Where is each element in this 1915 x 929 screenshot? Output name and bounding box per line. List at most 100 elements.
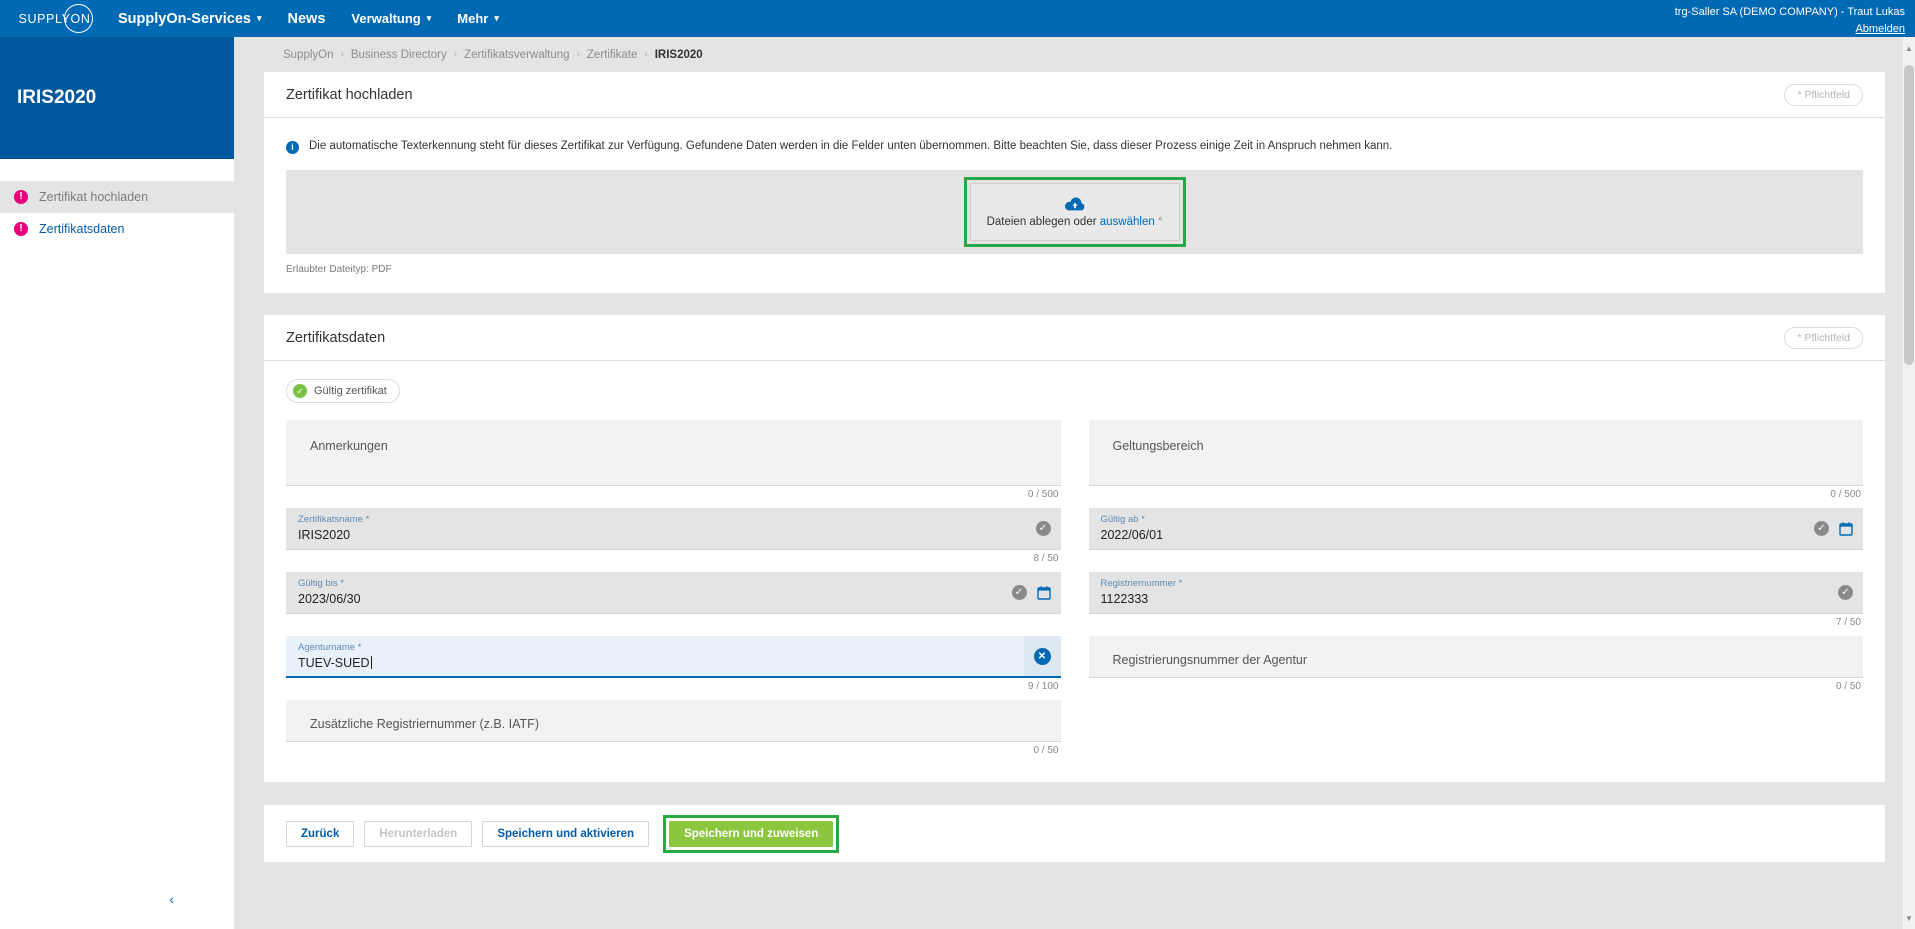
- breadcrumb-separator-icon: ›: [644, 49, 648, 60]
- anmerkungen-input[interactable]: Anmerkungen: [286, 420, 1061, 486]
- supplyon-logo[interactable]: SUPPLYON: [0, 0, 105, 37]
- registriernummer-content: Registriernummer * 1122333: [1089, 572, 1839, 613]
- sidebar-header: IRIS2020: [0, 37, 234, 159]
- agentur-regnr-placeholder: Registrierungsnummer der Agentur: [1112, 653, 1308, 667]
- nav-supplyon-services[interactable]: SupplyOn-Services ▾: [105, 0, 275, 37]
- breadcrumb-item-zertifikatsverwaltung[interactable]: Zertifikatsverwaltung: [464, 49, 569, 61]
- ocr-info-message: i Die automatische Texterkennung steht f…: [286, 136, 1863, 170]
- field-col-zertifikatsname: Zertifikatsname * IRIS2020 ✓ 8 / 50: [286, 508, 1075, 572]
- confirm-check-icon[interactable]: ✓: [1035, 521, 1051, 536]
- field-zusatz-regnr: Zusätzliche Registriernummer (z.B. IATF)…: [286, 700, 1061, 756]
- breadcrumb-item-zertifikate[interactable]: Zertifikate: [587, 49, 638, 61]
- zusatz-regnr-counter: 0 / 50: [1033, 745, 1059, 756]
- nav-mehr[interactable]: Mehr ▾: [444, 0, 512, 37]
- agentur-regnr-input[interactable]: Registrierungsnummer der Agentur: [1088, 636, 1863, 678]
- gueltig-bis-content: Gültig bis * 2023/06/30: [286, 572, 1012, 613]
- dropzone-highlight-annotation: Dateien ablegen oder auswählen *: [963, 177, 1186, 247]
- sidebar-item-label: Zertifikat hochladen: [39, 190, 149, 204]
- breadcrumb-separator-icon: ›: [453, 49, 458, 60]
- sidebar-collapse-button[interactable]: ‹: [0, 869, 234, 929]
- field-registriernummer: Registriernummer * 1122333 ✓ 7 / 50: [1088, 572, 1863, 628]
- scroll-up-icon[interactable]: ▲: [1903, 41, 1915, 55]
- field-col-gueltig-bis: Gültig bis * 2023/06/30 ✓: [286, 572, 1075, 636]
- dropzone-browse-link[interactable]: auswählen: [1100, 216, 1155, 228]
- info-icon: i: [286, 141, 299, 154]
- gueltig-ab-input[interactable]: Gültig ab * 2022/06/01 ✓: [1088, 508, 1863, 550]
- alert-icon: !: [14, 222, 28, 236]
- field-col-zusatz-regnr: Zusätzliche Registriernummer (z.B. IATF)…: [286, 700, 1075, 764]
- registriernummer-value: 1122333: [1100, 592, 1149, 607]
- gueltig-bis-icons: ✓: [1011, 572, 1061, 613]
- save-and-assign-button[interactable]: Speichern und zuweisen: [669, 820, 834, 847]
- breadcrumb-item-supplyon[interactable]: SupplyOn: [283, 49, 334, 61]
- main-content: SupplyOn › Business Directory › Zertifik…: [234, 37, 1915, 929]
- breadcrumb-item-business-directory[interactable]: Business Directory: [351, 49, 447, 61]
- geltungsbereich-counter: 0 / 500: [1830, 489, 1861, 500]
- sidebar: IRIS2020 ! Zertifikat hochladen ! Zertif…: [0, 37, 234, 929]
- chevron-down-icon: ▾: [426, 13, 432, 23]
- chevron-down-icon: ▾: [256, 13, 262, 23]
- sidebar-item-label: Zertifikatsdaten: [39, 222, 125, 236]
- field-zertifikatsname: Zertifikatsname * IRIS2020 ✓ 8 / 50: [286, 508, 1061, 564]
- logo-text: SUPPLYON: [18, 11, 91, 26]
- field-gueltig-ab: Gültig ab * 2022/06/01 ✓: [1088, 508, 1863, 553]
- dropzone-band: Dateien ablegen oder auswählen *: [286, 170, 1863, 254]
- breadcrumb: SupplyOn › Business Directory › Zertifik…: [234, 37, 1915, 72]
- logout-link[interactable]: Abmelden: [1675, 22, 1905, 37]
- download-button: Herunterladen: [364, 820, 473, 847]
- gueltig-ab-icons: ✓: [1814, 508, 1863, 549]
- field-col-agentur-regnr: Registrierungsnummer der Agentur 0 / 50: [1075, 636, 1863, 700]
- scroll-down-icon[interactable]: ▼: [1903, 911, 1915, 925]
- sidebar-item-zertifikatsdaten[interactable]: ! Zertifikatsdaten: [0, 213, 234, 245]
- agenturname-counter: 9 / 100: [1027, 681, 1059, 692]
- required-field-badge: * Pflichtfeld: [1784, 83, 1863, 106]
- upload-card-header: Zertifikat hochladen * Pflichtfeld: [264, 72, 1885, 118]
- registriernummer-counter: 7 / 50: [1835, 617, 1861, 628]
- upload-card-body: i Die automatische Texterkennung steht f…: [264, 118, 1885, 293]
- chevron-left-icon: ‹: [169, 891, 174, 907]
- status-badge-label: Gültig zertifikat: [314, 385, 387, 397]
- nav-verwaltung-label: Verwaltung: [351, 11, 421, 26]
- data-card-header: Zertifikatsdaten * Pflichtfeld: [264, 315, 1885, 361]
- field-col-registriernummer: Registriernummer * 1122333 ✓ 7 / 50: [1075, 572, 1863, 636]
- field-anmerkungen: Anmerkungen 0 / 500: [286, 420, 1061, 500]
- zusatz-regnr-content: Zusätzliche Registriernummer (z.B. IATF): [286, 700, 1061, 741]
- clear-input-icon[interactable]: ✕: [1033, 647, 1051, 665]
- back-button[interactable]: Zurück: [286, 820, 355, 847]
- calendar-icon[interactable]: [1036, 585, 1051, 600]
- anmerkungen-counter: 0 / 500: [1027, 489, 1059, 500]
- field-agentur-regnr: Registrierungsnummer der Agentur 0 / 50: [1088, 636, 1863, 692]
- nav-verwaltung[interactable]: Verwaltung ▾: [338, 0, 444, 37]
- confirm-check-icon[interactable]: ✓: [1011, 585, 1027, 600]
- zertifikatsname-counter: 8 / 50: [1033, 553, 1059, 564]
- geltungsbereich-input[interactable]: Geltungsbereich: [1088, 420, 1863, 486]
- agenturname-content: Agenturname * TUEV-SUED: [286, 636, 1024, 676]
- dropzone-text-prefix: Dateien ablegen oder: [986, 215, 1100, 228]
- nav-news-label: News: [287, 10, 326, 27]
- calendar-icon[interactable]: [1839, 521, 1853, 536]
- required-asterisk: *: [1154, 215, 1163, 228]
- confirm-check-icon[interactable]: ✓: [1814, 521, 1829, 536]
- zertifikatsname-input[interactable]: Zertifikatsname * IRIS2020 ✓: [286, 508, 1061, 550]
- anmerkungen-placeholder: Anmerkungen: [310, 439, 388, 453]
- scrollbar-thumb[interactable]: [1904, 65, 1914, 365]
- gueltig-bis-input[interactable]: Gültig bis * 2023/06/30 ✓: [286, 572, 1061, 614]
- save-and-activate-button[interactable]: Speichern und aktivieren: [482, 820, 650, 847]
- confirm-check-icon[interactable]: ✓: [1838, 585, 1853, 600]
- gueltig-ab-value: 2022/06/01: [1100, 528, 1164, 543]
- agenturname-input[interactable]: Agenturname * TUEV-SUED ✕: [286, 636, 1061, 678]
- check-circle-icon: ✓: [293, 384, 307, 398]
- field-col-empty: [1075, 700, 1864, 764]
- field-agenturname: Agenturname * TUEV-SUED ✕ 9 / 100: [286, 636, 1061, 692]
- zusatz-regnr-placeholder: Zusätzliche Registriernummer (z.B. IATF): [310, 717, 539, 731]
- sidebar-item-zertifikat-hochladen[interactable]: ! Zertifikat hochladen: [0, 181, 234, 213]
- data-card-title: Zertifikatsdaten: [286, 329, 386, 346]
- agenturname-icons: ✕: [1023, 636, 1061, 676]
- zusatz-regnr-input[interactable]: Zusätzliche Registriernummer (z.B. IATF): [286, 700, 1061, 742]
- registriernummer-input[interactable]: Registriernummer * 1122333 ✓: [1088, 572, 1863, 614]
- file-dropzone[interactable]: Dateien ablegen oder auswählen *: [969, 183, 1180, 241]
- page-scrollbar[interactable]: ▲ ▼: [1903, 37, 1915, 929]
- gueltig-ab-label: Gültig ab *: [1100, 514, 1145, 525]
- nav-news[interactable]: News: [275, 0, 339, 37]
- status-badge: ✓ Gültig zertifikat: [286, 379, 400, 403]
